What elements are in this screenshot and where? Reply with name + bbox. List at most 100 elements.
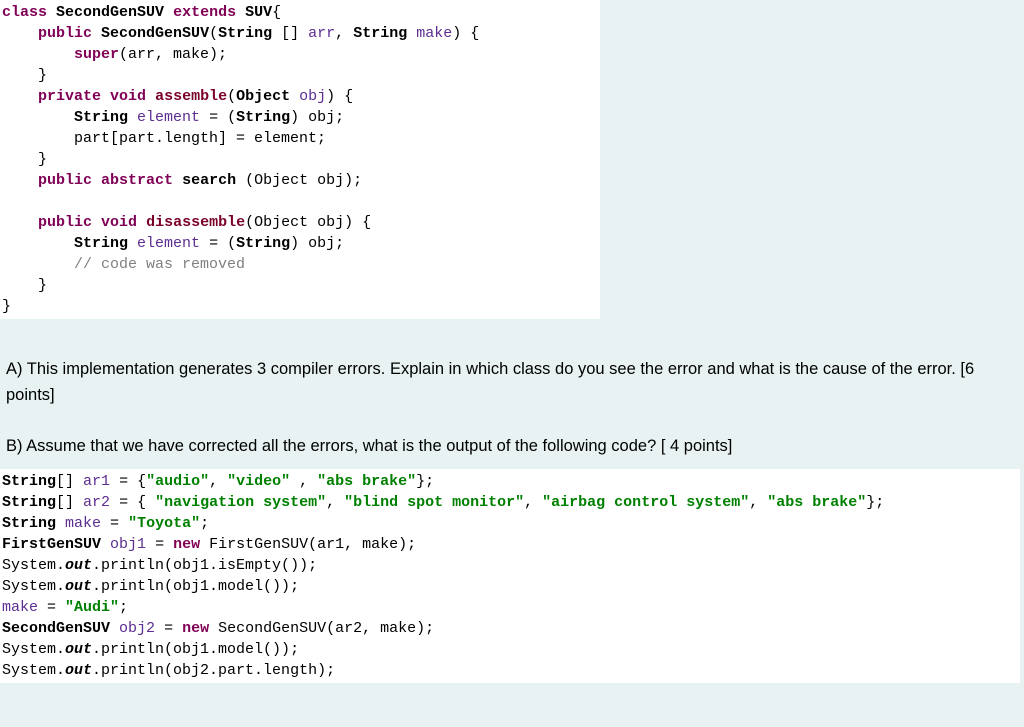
super-class: SUV <box>245 4 272 21</box>
cast-close: ) obj; <box>290 109 344 126</box>
out: out <box>65 578 92 595</box>
string-toyota: "Toyota" <box>128 515 200 532</box>
type-string: String <box>74 235 128 252</box>
param-obj: obj <box>299 88 326 105</box>
semicolon: ; <box>119 599 128 616</box>
system: System. <box>2 578 65 595</box>
super-args: (arr, make); <box>119 46 227 63</box>
comma: , <box>749 494 767 511</box>
keyword-void: void <box>110 88 146 105</box>
type-string: String <box>2 473 56 490</box>
keyword-private: private <box>38 88 101 105</box>
assign: = <box>146 536 173 553</box>
comma: , <box>290 473 317 490</box>
paren-open: ( <box>227 88 236 105</box>
system: System. <box>2 557 65 574</box>
out: out <box>65 662 92 679</box>
println-call: .println(obj1.model()); <box>92 578 299 595</box>
keyword-abstract: abstract <box>101 172 173 189</box>
brackets: [] <box>281 25 299 42</box>
keyword-extends: extends <box>173 4 236 21</box>
string-audi: "Audi" <box>65 599 119 616</box>
semicolon: ; <box>200 515 209 532</box>
system: System. <box>2 662 65 679</box>
type-string: String <box>2 494 56 511</box>
class-name: SecondGenSUV <box>56 4 164 21</box>
constructor-name: SecondGenSUV <box>101 25 209 42</box>
assign: = element; <box>227 130 326 147</box>
string-navigation: "navigation system" <box>155 494 326 511</box>
brace: } <box>38 151 47 168</box>
type-string: String <box>218 25 272 42</box>
type-object: Object <box>236 88 290 105</box>
cast-string: String <box>236 109 290 126</box>
out: out <box>65 557 92 574</box>
cast-string: String <box>236 235 290 252</box>
println-call: .println(obj1.model()); <box>92 641 299 658</box>
brace: } <box>38 277 47 294</box>
param-make: make <box>416 25 452 42</box>
var-make: make <box>65 515 101 532</box>
assign: = <box>155 620 182 637</box>
var-element: element <box>137 109 200 126</box>
system: System. <box>2 641 65 658</box>
println-call: .println(obj2.part.length); <box>92 662 335 679</box>
brackets: [] <box>56 473 74 490</box>
method-args: (Object obj) { <box>245 214 371 231</box>
assign: = <box>38 599 65 616</box>
paren-close: ) { <box>326 88 353 105</box>
type-string: String <box>353 25 407 42</box>
type-string: String <box>74 109 128 126</box>
comma: , <box>326 494 344 511</box>
brace: { <box>272 4 281 21</box>
comma: , <box>209 473 227 490</box>
out: out <box>65 641 92 658</box>
assign: = ( <box>200 235 236 252</box>
code-block-1: class SecondGenSUV extends SUV{ public S… <box>0 0 600 319</box>
var-make: make <box>2 599 38 616</box>
cast-close: ) obj; <box>290 235 344 252</box>
brace: } <box>38 67 47 84</box>
println-call: .println(obj1.isEmpty()); <box>92 557 317 574</box>
string-audio: "audio" <box>146 473 209 490</box>
var-obj1: obj1 <box>110 536 146 553</box>
keyword-public: public <box>38 172 92 189</box>
assign: = { <box>110 494 155 511</box>
assign: = ( <box>200 109 236 126</box>
method-disassemble: disassemble <box>146 214 245 231</box>
keyword-new: new <box>173 536 200 553</box>
string-abs-brake: "abs brake" <box>317 473 416 490</box>
var-ar2: ar2 <box>83 494 110 511</box>
var-element: element <box>137 235 200 252</box>
paren-close: ) { <box>452 25 479 42</box>
keyword-new: new <box>182 620 209 637</box>
var-ar1: ar1 <box>83 473 110 490</box>
comma: , <box>335 25 344 42</box>
string-video: "video" <box>227 473 290 490</box>
string-airbag: "airbag control system" <box>542 494 749 511</box>
keyword-super: super <box>74 46 119 63</box>
paren-open: ( <box>209 25 218 42</box>
assign: = <box>101 515 128 532</box>
assign: = { <box>110 473 146 490</box>
semicolon: }; <box>866 494 884 511</box>
keyword-public: public <box>38 25 92 42</box>
var-obj2: obj2 <box>119 620 155 637</box>
type-secondgensuv: SecondGenSUV <box>2 620 110 637</box>
keyword-public: public <box>38 214 92 231</box>
keyword-void: void <box>101 214 137 231</box>
question-b: B) Assume that we have corrected all the… <box>0 430 1024 463</box>
method-assemble: assemble <box>155 88 227 105</box>
method-args: (Object obj); <box>236 172 362 189</box>
semicolon: }; <box>416 473 434 490</box>
brace: } <box>2 298 11 315</box>
constructor-call: SecondGenSUV(ar2, make); <box>209 620 434 637</box>
brackets: [] <box>56 494 74 511</box>
type-firstgensuv: FirstGenSUV <box>2 536 101 553</box>
method-search: search <box>182 172 236 189</box>
type-string: String <box>2 515 56 532</box>
comment-removed: // code was removed <box>74 256 245 273</box>
code-block-2: String[] ar1 = {"audio", "video" , "abs … <box>0 469 1020 683</box>
part-access: part[part.length] <box>74 130 227 147</box>
question-a: A) This implementation generates 3 compi… <box>0 353 1024 412</box>
